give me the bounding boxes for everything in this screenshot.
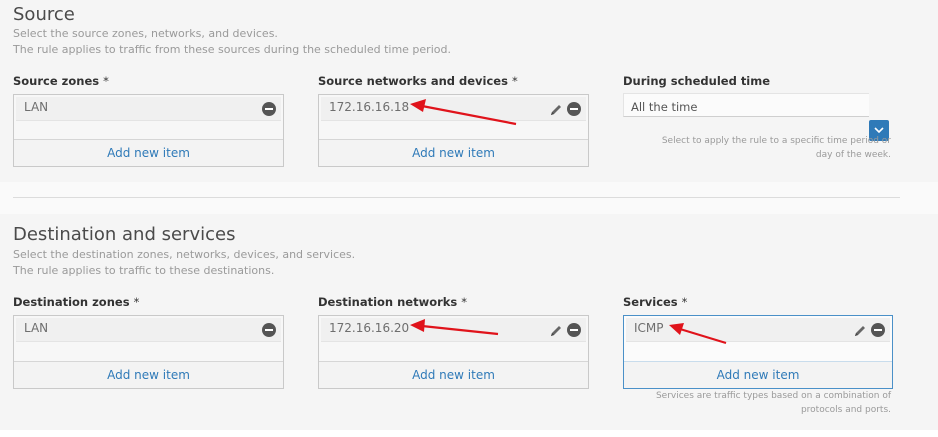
destination-zone-item-label: LAN xyxy=(24,321,49,335)
source-zones-add-button[interactable]: Add new item xyxy=(14,139,283,166)
section-divider xyxy=(13,197,900,198)
source-networks-add-button[interactable]: Add new item xyxy=(319,139,588,166)
destination-zones-label: Destination zones * xyxy=(13,295,140,309)
section-gap xyxy=(0,182,938,214)
source-section-description: Select the source zones, networks, and d… xyxy=(13,27,278,40)
services-label: Services * xyxy=(623,295,688,309)
schedule-help-text: Select to apply the rule to a specific t… xyxy=(661,136,891,160)
remove-icon[interactable] xyxy=(567,102,581,116)
service-item: ICMP xyxy=(626,318,890,342)
source-zone-item: LAN xyxy=(16,97,281,121)
source-section-description-2: The rule applies to traffic from these s… xyxy=(13,43,451,56)
destination-section: Destination and services Select the dest… xyxy=(0,214,938,430)
destination-zone-item: LAN xyxy=(16,318,281,342)
pencil-icon[interactable] xyxy=(549,102,563,116)
pencil-icon[interactable] xyxy=(853,323,867,337)
service-item-label: ICMP xyxy=(634,321,664,335)
services-help-text: Services are traffic types based on a co… xyxy=(655,391,891,415)
remove-icon[interactable] xyxy=(262,102,276,116)
services-list: ICMP Add new item xyxy=(623,315,893,389)
destination-network-item: 172.16.16.20 xyxy=(321,318,586,342)
remove-icon[interactable] xyxy=(262,323,276,337)
schedule-label: During scheduled time xyxy=(623,74,771,88)
destination-zones-list: LAN Add new item xyxy=(13,315,284,389)
schedule-select[interactable]: All the time xyxy=(623,93,869,117)
source-zones-label: Source zones * xyxy=(13,74,109,88)
destination-section-description: Select the destination zones, networks, … xyxy=(13,248,356,261)
source-networks-label: Source networks and devices * xyxy=(318,74,518,88)
pencil-icon[interactable] xyxy=(549,323,563,337)
source-network-item: 172.16.16.18 xyxy=(321,97,586,121)
destination-section-description-2: The rule applies to traffic to these des… xyxy=(13,264,275,277)
source-network-item-label: 172.16.16.18 xyxy=(329,100,410,114)
source-zones-list: LAN Add new item xyxy=(13,94,284,167)
source-section-title: Source xyxy=(13,4,75,25)
destination-networks-list: 172.16.16.20 Add new item xyxy=(318,315,589,389)
services-add-button[interactable]: Add new item xyxy=(624,361,892,388)
destination-network-item-label: 172.16.16.20 xyxy=(329,321,410,335)
source-section: Source Select the source zones, networks… xyxy=(0,0,938,182)
remove-icon[interactable] xyxy=(871,323,885,337)
destination-networks-label: Destination networks * xyxy=(318,295,468,309)
source-zone-item-label: LAN xyxy=(24,100,49,114)
bottom-strip xyxy=(0,430,938,437)
remove-icon[interactable] xyxy=(567,323,581,337)
destination-section-title: Destination and services xyxy=(13,224,236,245)
destination-zones-add-button[interactable]: Add new item xyxy=(14,361,283,388)
source-networks-list: 172.16.16.18 Add new item xyxy=(318,94,589,167)
destination-networks-add-button[interactable]: Add new item xyxy=(319,361,588,388)
